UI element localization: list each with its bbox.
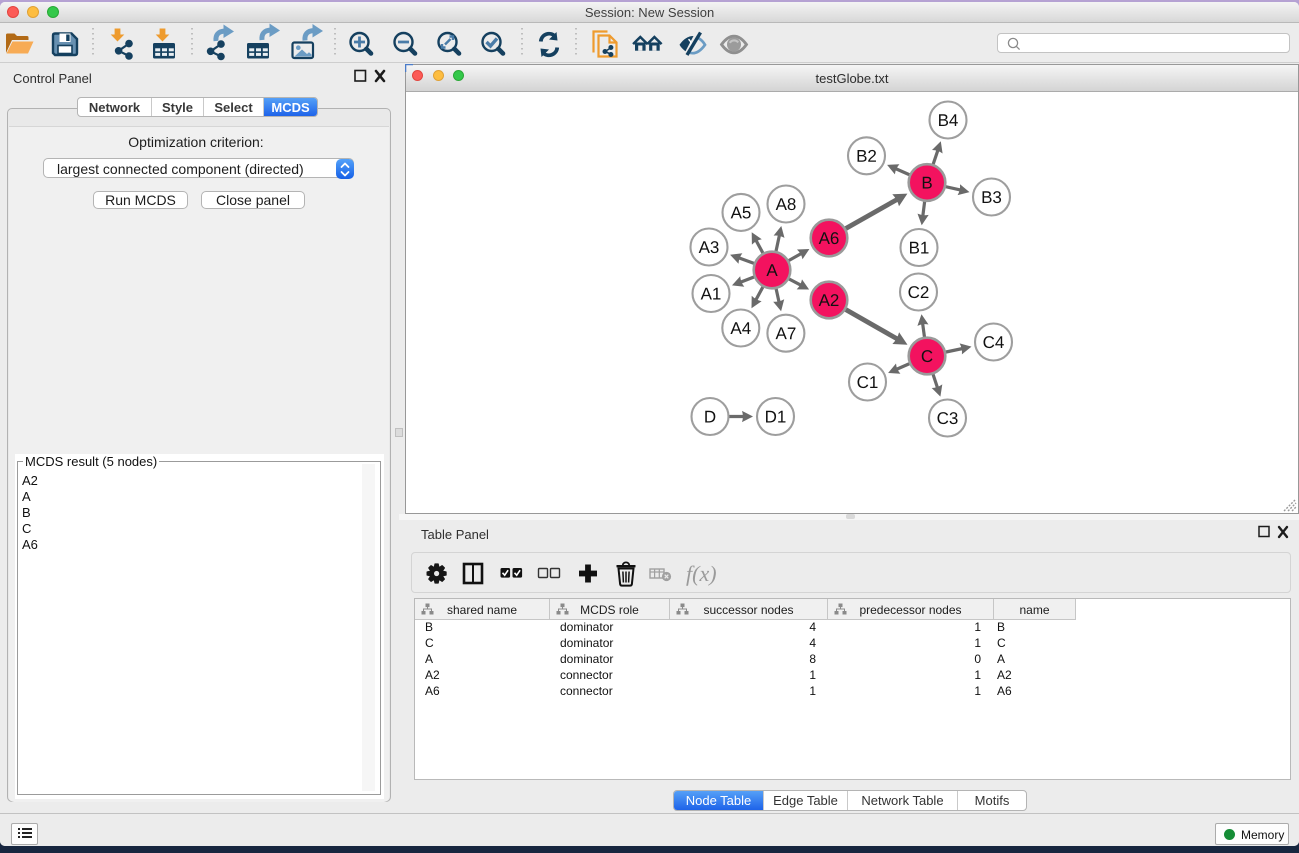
svg-text:C: C	[921, 347, 933, 366]
svg-text:f(x): f(x)	[686, 561, 717, 586]
svg-text:A5: A5	[731, 203, 752, 222]
svg-text:C2: C2	[908, 283, 930, 302]
svg-text:C3: C3	[937, 409, 959, 428]
svg-text:A6: A6	[819, 229, 840, 248]
svg-text:A: A	[766, 261, 778, 280]
svg-text:A4: A4	[730, 319, 751, 338]
svg-text:A7: A7	[775, 324, 796, 343]
svg-text:D: D	[704, 407, 716, 426]
svg-text:B1: B1	[909, 238, 930, 257]
svg-text:D1: D1	[765, 407, 787, 426]
svg-text:C4: C4	[983, 333, 1005, 352]
svg-text:A3: A3	[699, 238, 720, 257]
svg-text:A8: A8	[776, 195, 797, 214]
svg-text:B4: B4	[938, 111, 959, 130]
svg-text:A2: A2	[819, 291, 840, 310]
svg-text:B3: B3	[981, 188, 1002, 207]
svg-text:B2: B2	[856, 147, 877, 166]
svg-text:B: B	[921, 173, 932, 192]
svg-text:C1: C1	[857, 373, 879, 392]
svg-text:A1: A1	[701, 284, 722, 303]
